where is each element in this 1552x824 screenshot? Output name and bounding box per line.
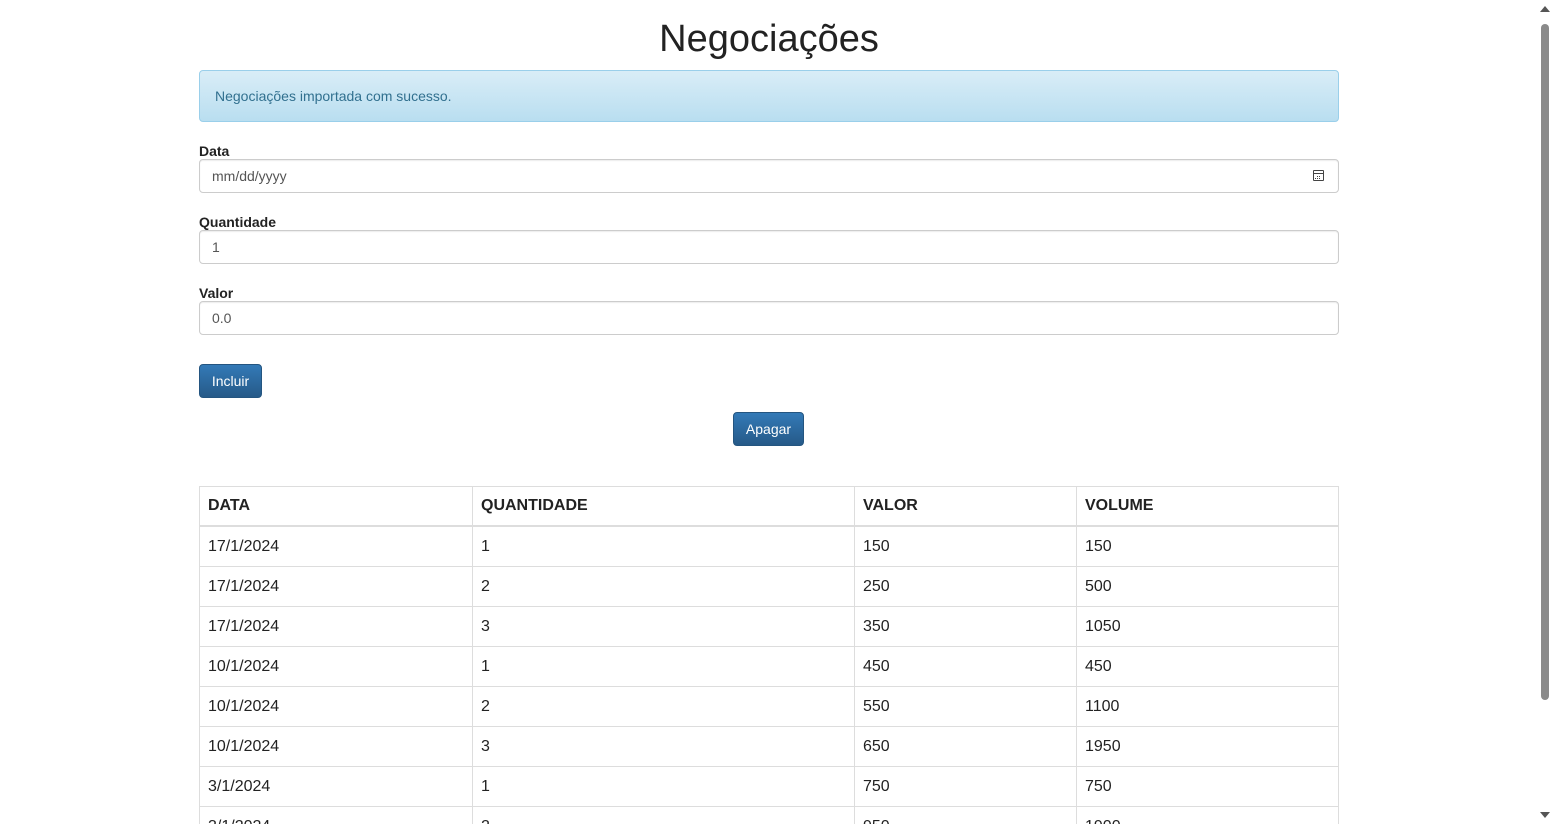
cell-volume: 500 [1076,566,1339,607]
table-row: 17/1/2024 1 150 150 [199,525,1339,567]
table-row: 3/1/2024 1 750 750 [199,766,1339,807]
valor-input[interactable]: 0.0 [199,301,1339,335]
table-row: 3/1/202429501900 [199,806,1339,824]
cell-volume: 1100 [1076,686,1339,727]
incluir-button[interactable]: Incluir [199,364,262,398]
cell-volume: 1900 [1076,806,1339,824]
valor-label: Valor [199,285,234,301]
table-head: DATA QUANTIDADE VALOR VOLUME [199,486,1339,527]
success-alert: Negociações importada com sucesso. [199,70,1339,122]
form-group-data: Data mm/dd/yyyy [199,144,1339,193]
scrollbar-thumb[interactable] [1541,24,1549,700]
cell-volume: 150 [1076,525,1339,567]
table-body: 17/1/2024 1 150 150 17/1/2024 2 250 500 17/1/202… [199,525,1339,824]
header-valor: VALOR [854,486,1077,527]
valor-input-value: 0.0 [212,310,232,326]
cell-valor: 750 [854,766,1077,807]
cell-valor: 650 [854,726,1077,767]
table-row: 17/1/2024 2 250 500 [199,566,1339,607]
cell-quantidade: 2 [472,686,855,727]
cell-data: 17/1/2024 [199,525,473,567]
cell-quantidade: 1 [472,646,855,687]
cell-volume: 1050 [1076,606,1339,647]
table-row: 10/1/2024 1 450 450 [199,646,1339,687]
table-row: 10/1/2024 3 650 1950 [199,726,1339,767]
scroll-up-arrow-icon[interactable] [1540,6,1550,12]
form-group-quantidade: Quantidade 1 [199,215,1339,264]
cell-quantidade: 1 [472,766,855,807]
cell-data: 3/1/2024 [199,806,473,824]
table-row: 10/1/2024 2 550 1100 [199,686,1339,727]
negociacoes-table: DATA QUANTIDADE VALOR VOLUME 17/1/2024 1 1… [199,486,1339,824]
cell-quantidade: 3 [472,726,855,767]
page-title: Negociações [659,18,879,60]
apagar-button[interactable]: Apagar [733,412,804,446]
negociacao-form: Data mm/dd/yyyy Quantidade 1 Valor 0.0 I… [199,144,1339,398]
cell-data: 10/1/2024 [199,686,473,727]
cell-valor: 350 [854,606,1077,647]
cell-data: 3/1/2024 [199,766,473,807]
data-input-value: mm/dd/yyyy [212,168,287,184]
quantidade-input-value: 1 [212,239,220,255]
cell-valor: 950 [854,806,1077,824]
cell-valor: 550 [854,686,1077,727]
calendar-icon[interactable] [1313,170,1324,181]
table-row: 17/1/2024 3 350 1050 [199,606,1339,647]
header-data: DATA [199,486,473,527]
cell-valor: 450 [854,646,1077,687]
cell-quantidade: 3 [472,606,855,647]
cell-quantidade: 2 [472,566,855,607]
table-header-row: DATA QUANTIDADE VALOR VOLUME [199,486,1339,527]
page: Negociações Negociações importada com su… [0,0,1552,824]
main-container: Negociações Negociações importada com su… [199,0,1339,824]
vertical-scrollbar[interactable] [1537,0,1552,824]
cell-valor: 250 [854,566,1077,607]
cell-quantidade: 2 [472,806,855,824]
cell-volume: 450 [1076,646,1339,687]
quantidade-label: Quantidade [199,214,277,230]
cell-data: 17/1/2024 [199,566,473,607]
cell-quantidade: 1 [472,525,855,567]
cell-valor: 150 [854,525,1077,567]
form-group-valor: Valor 0.0 [199,286,1339,335]
data-input[interactable]: mm/dd/yyyy [199,159,1339,193]
cell-volume: 750 [1076,766,1339,807]
scroll-down-arrow-icon[interactable] [1540,812,1550,818]
header-volume: VOLUME [1076,486,1339,527]
cell-data: 10/1/2024 [199,646,473,687]
cell-data: 17/1/2024 [199,606,473,647]
quantidade-input[interactable]: 1 [199,230,1339,264]
header-quantidade: QUANTIDADE [472,486,855,527]
cell-volume: 1950 [1076,726,1339,767]
cell-data: 10/1/2024 [199,726,473,767]
data-label: Data [199,143,230,159]
